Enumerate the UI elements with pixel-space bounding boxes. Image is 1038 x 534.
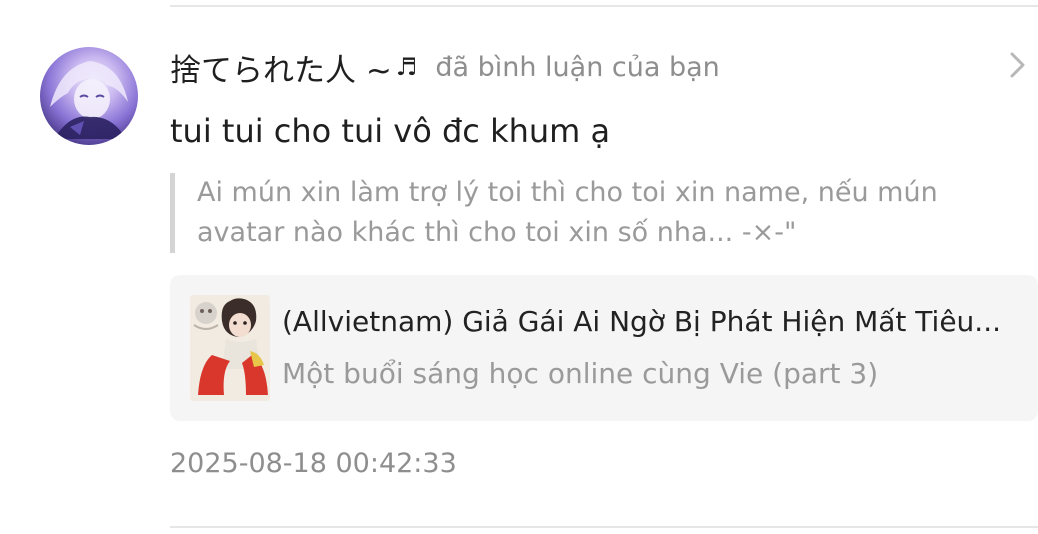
story-title: (Allvietnam) Giả Gái Ai Ngờ Bị Phát Hiện… xyxy=(282,305,1002,338)
notification-header: 捨てられた人 ~ ♬ đã bình luận của bạn xyxy=(170,45,720,89)
quoted-comment-line: Ai mún xin làm trợ lý toi thì cho toi xi… xyxy=(197,177,938,208)
avatar[interactable] xyxy=(40,47,138,145)
chevron-right-icon[interactable] xyxy=(1006,50,1030,80)
comment-text: tui tui cho tui vô đc khum ạ xyxy=(170,112,611,150)
story-card[interactable]: (Allvietnam) Giả Gái Ai Ngờ Bị Phát Hiện… xyxy=(170,275,1038,421)
timestamp: 2025-08-18 00:42:33 xyxy=(170,448,457,479)
story-chapter: Một buổi sáng học online cùng Vie (part … xyxy=(282,357,879,390)
bottom-divider xyxy=(170,526,1038,528)
music-note-icon: ♬ xyxy=(395,53,418,81)
action-text: đã bình luận của bạn xyxy=(435,51,720,83)
top-divider xyxy=(170,5,1038,7)
quoted-comment: Ai mún xin làm trợ lý toi thì cho toi xi… xyxy=(170,173,1038,253)
quoted-comment-line: avatar nào khác thì cho toi xin số nha..… xyxy=(197,217,797,248)
username[interactable]: 捨てられた人 ~ xyxy=(170,45,392,90)
story-cover-image xyxy=(190,295,270,401)
